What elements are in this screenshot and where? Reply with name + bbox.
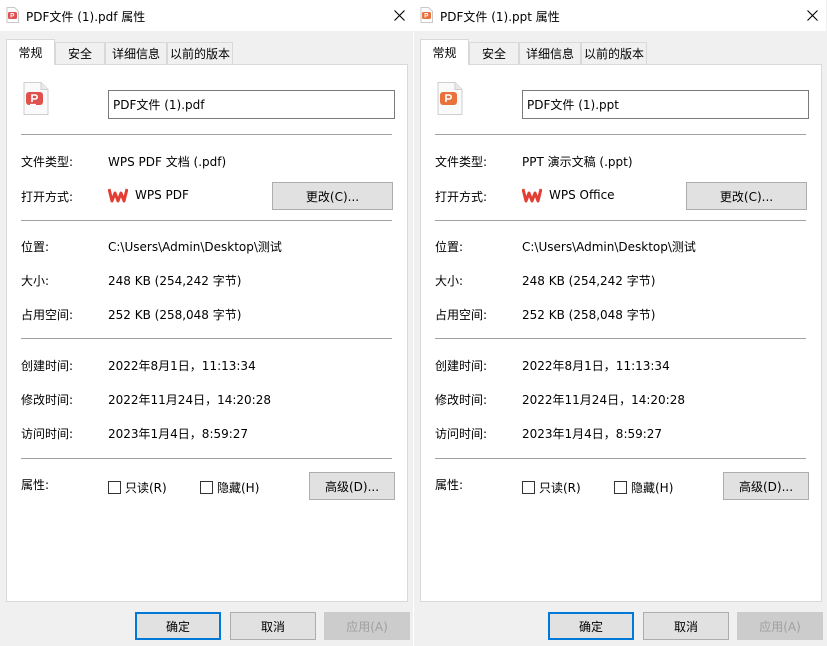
size-label: 大小: <box>435 274 464 288</box>
ppt-file-icon <box>437 82 463 115</box>
opens-with-label: 打开方式: <box>435 190 488 204</box>
location-label: 位置: <box>435 240 464 254</box>
filename-input[interactable] <box>108 90 395 119</box>
disk-size-value: 252 KB (258,048 字节) <box>108 308 242 322</box>
general-panel: 文件类型: PPT 演示文稿 (.ppt) 打开方式: WPS Office 更… <box>420 64 822 602</box>
separator <box>21 134 392 135</box>
readonly-checkbox[interactable]: 只读(R) <box>108 479 167 496</box>
title-bar[interactable]: PDF文件 (1).pdf 属性 <box>0 0 413 31</box>
ok-button[interactable]: 确定 <box>135 612 221 640</box>
modified-value: 2022年11月24日，14:20:28 <box>108 393 271 407</box>
hidden-checkbox[interactable]: 隐藏(H) <box>200 479 259 496</box>
size-label: 大小: <box>21 274 50 288</box>
checkbox-box[interactable] <box>614 481 627 494</box>
cancel-button[interactable]: 取消 <box>643 612 729 640</box>
modified-label: 修改时间: <box>435 393 488 407</box>
tab-security[interactable]: 安全 <box>55 42 105 64</box>
separator <box>21 220 392 221</box>
file-type-value: WPS PDF 文档 (.pdf) <box>108 155 227 169</box>
pdf-file-icon <box>23 82 49 115</box>
modified-value: 2022年11月24日，14:20:28 <box>522 393 685 407</box>
filename-input[interactable] <box>522 90 809 119</box>
separator <box>435 458 806 459</box>
separator <box>435 134 806 135</box>
tab-general[interactable]: 常规 <box>420 39 469 65</box>
title-bar[interactable]: PDF文件 (1).ppt 属性 <box>414 0 826 31</box>
checkbox-box[interactable] <box>200 481 213 494</box>
close-icon <box>806 10 818 21</box>
tab-security[interactable]: 安全 <box>469 42 519 64</box>
close-icon <box>393 10 405 21</box>
apply-button[interactable]: 应用(A) <box>324 612 410 640</box>
hidden-label: 隐藏(H) <box>631 481 674 495</box>
accessed-value: 2023年1月4日，8:59:27 <box>108 427 249 441</box>
disk-size-value: 252 KB (258,048 字节) <box>522 308 656 322</box>
accessed-label: 访问时间: <box>21 427 74 441</box>
disk-size-label: 占用空间: <box>21 308 74 322</box>
separator <box>435 338 806 339</box>
location-value: C:\Users\Admin\Desktop\测试 <box>522 240 696 254</box>
created-value: 2022年8月1日，11:13:34 <box>522 359 670 373</box>
tab-details[interactable]: 详细信息 <box>105 42 167 64</box>
modified-label: 修改时间: <box>21 393 74 407</box>
general-panel: 文件类型: WPS PDF 文档 (.pdf) 打开方式: WPS PDF 更改… <box>6 64 408 602</box>
separator <box>435 220 806 221</box>
tab-previous-versions[interactable]: 以前的版本 <box>581 42 647 64</box>
disk-size-label: 占用空间: <box>435 308 488 322</box>
apply-button[interactable]: 应用(A) <box>737 612 823 640</box>
file-type-label: 文件类型: <box>435 155 488 169</box>
ppt-file-icon <box>420 7 433 23</box>
pdf-file-icon <box>6 7 19 23</box>
advanced-button[interactable]: 高级(D)... <box>723 472 809 500</box>
advanced-button[interactable]: 高级(D)... <box>309 472 395 500</box>
opens-with-app: WPS Office <box>549 188 615 202</box>
readonly-checkbox[interactable]: 只读(R) <box>522 479 581 496</box>
wps-logo-icon <box>107 186 129 204</box>
tab-previous-versions[interactable]: 以前的版本 <box>167 42 233 64</box>
properties-dialog-pdf: PDF文件 (1).pdf 属性 常规 安全 详细信息 以前的版本 文件类型: … <box>0 0 413 646</box>
separator <box>21 338 392 339</box>
size-value: 248 KB (254,242 字节) <box>108 274 242 288</box>
change-button[interactable]: 更改(C)... <box>686 182 807 210</box>
change-button[interactable]: 更改(C)... <box>272 182 393 210</box>
properties-dialog-ppt: PDF文件 (1).ppt 属性 常规 安全 详细信息 以前的版本 文件类型: … <box>413 0 826 646</box>
size-value: 248 KB (254,242 字节) <box>522 274 656 288</box>
created-value: 2022年8月1日，11:13:34 <box>108 359 256 373</box>
cancel-button[interactable]: 取消 <box>230 612 316 640</box>
opens-with-label: 打开方式: <box>21 190 74 204</box>
location-value: C:\Users\Admin\Desktop\测试 <box>108 240 282 254</box>
separator <box>21 458 392 459</box>
hidden-label: 隐藏(H) <box>217 481 260 495</box>
attributes-label: 属性: <box>435 478 464 492</box>
location-label: 位置: <box>21 240 50 254</box>
window-title: PDF文件 (1).pdf 属性 <box>26 10 146 24</box>
checkbox-box[interactable] <box>108 481 121 494</box>
accessed-label: 访问时间: <box>435 427 488 441</box>
created-label: 创建时间: <box>21 359 74 373</box>
created-label: 创建时间: <box>435 359 488 373</box>
ok-button[interactable]: 确定 <box>548 612 634 640</box>
window-title: PDF文件 (1).ppt 属性 <box>440 10 560 24</box>
close-button[interactable] <box>798 0 826 31</box>
readonly-label: 只读(R) <box>125 481 167 495</box>
attributes-label: 属性: <box>21 478 50 492</box>
wps-logo-icon <box>521 186 543 204</box>
tab-general[interactable]: 常规 <box>6 39 55 65</box>
accessed-value: 2023年1月4日，8:59:27 <box>522 427 663 441</box>
readonly-label: 只读(R) <box>539 481 581 495</box>
file-type-value: PPT 演示文稿 (.ppt) <box>522 155 633 169</box>
tab-details[interactable]: 详细信息 <box>519 42 581 64</box>
checkbox-box[interactable] <box>522 481 535 494</box>
file-type-label: 文件类型: <box>21 155 74 169</box>
close-button[interactable] <box>385 0 413 31</box>
opens-with-app: WPS PDF <box>135 188 189 202</box>
hidden-checkbox[interactable]: 隐藏(H) <box>614 479 673 496</box>
